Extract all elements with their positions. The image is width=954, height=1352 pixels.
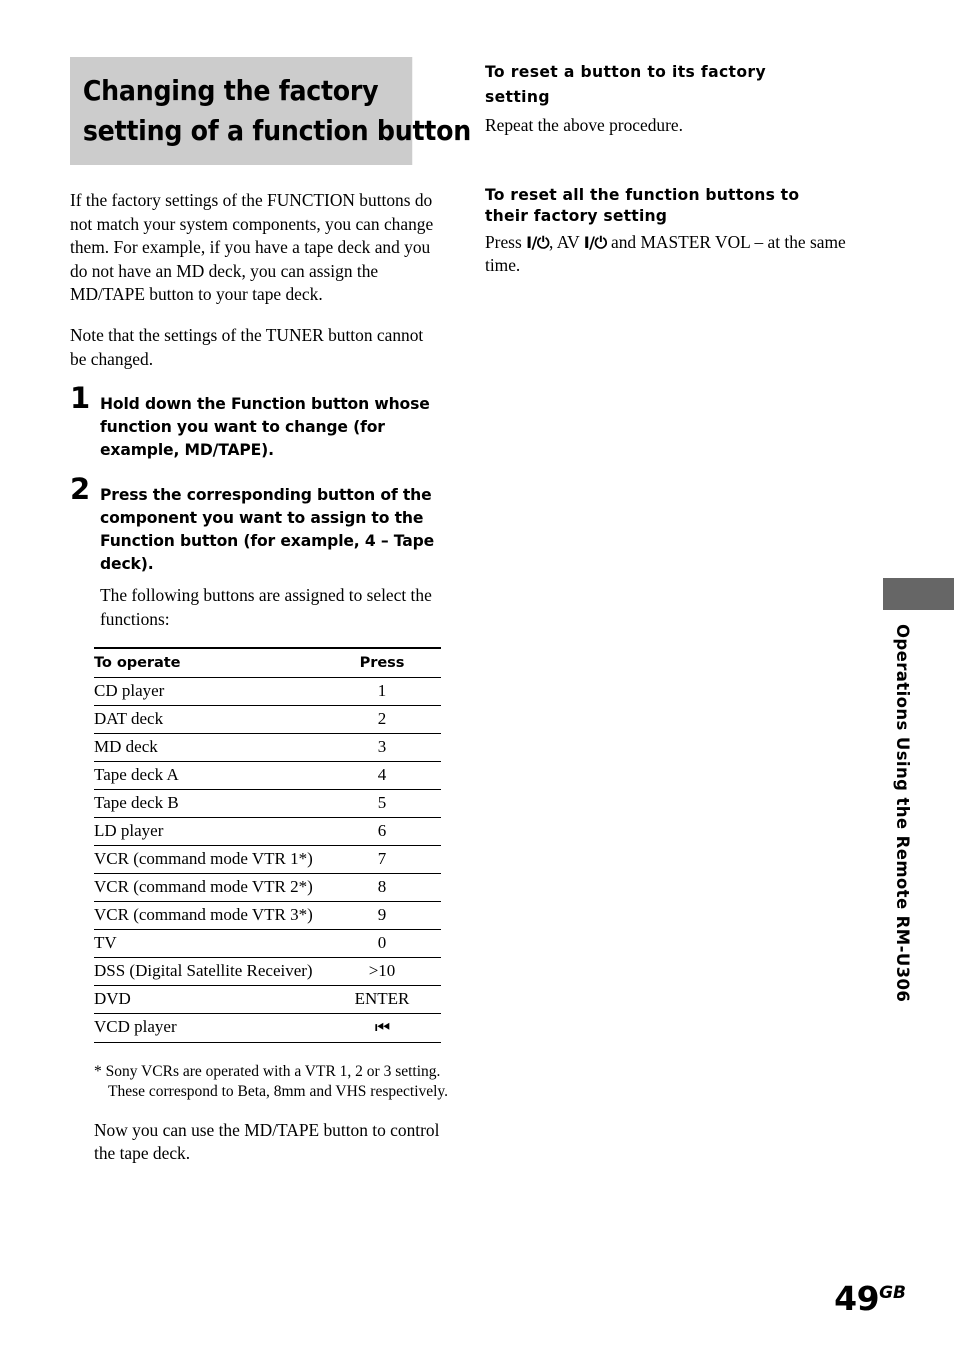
- cell-operate: VCR (command mode VTR 1*): [94, 845, 323, 875]
- right-column: To reset a button to its factory setting…: [485, 60, 850, 295]
- cell-operate: DVD: [94, 985, 323, 1015]
- table-body: CD player 1 DAT deck 2 MD deck 3 Tape deck A4T…: [94, 677, 441, 1044]
- cell-operate: VCR (command mode VTR 3*): [94, 901, 323, 931]
- intro-paragraph-2: Note that the settings of the TUNER butt…: [70, 324, 424, 369]
- function-assignment-table: To operate Press CD player 1 DAT deck 2 MD d…: [94, 647, 441, 1044]
- table-row: LD player 6: [94, 817, 441, 847]
- step-2: 2 Press the corresponding button of the …: [70, 475, 442, 631]
- cell-press: 9: [323, 901, 441, 931]
- page-number-value: 49: [834, 1279, 880, 1318]
- cell-operate: Tape deck B: [94, 789, 323, 819]
- step-2-text: Press the corresponding button of the co…: [100, 486, 435, 574]
- cell-press: 2: [323, 705, 441, 735]
- side-tab-label: Operations Using the Remote RM-U306: [893, 624, 912, 1003]
- step-2-number: 2: [70, 472, 90, 507]
- table-row: VCD player ⏮: [94, 1013, 441, 1044]
- power-standby-icon-2: I/⏻: [583, 232, 607, 252]
- chapter-title-line-2: setting of a function button: [82, 115, 471, 147]
- step-1-number: 1: [70, 381, 90, 416]
- table-row: VCR (command mode VTR 3*) 9: [94, 901, 441, 931]
- region-code: GB: [879, 1283, 906, 1303]
- chapter-title-line-1: Changing the factory: [82, 75, 379, 107]
- column-header-to-operate: To operate: [94, 647, 323, 679]
- cell-press: 6: [323, 817, 441, 847]
- step-1-text: Hold down the Function button whose func…: [100, 395, 430, 460]
- section-1-body: Repeat the above procedure.: [485, 115, 683, 135]
- page-number: 49GB: [834, 1276, 906, 1316]
- cell-press-skip-back-icon: ⏮: [323, 1015, 441, 1044]
- intro-paragraph-1: If the factory settings of the FUNCTION …: [70, 190, 434, 305]
- table-footnote: * Sony VCRs are operated with a VTR 1, 2…: [94, 1062, 449, 1100]
- table-row: TV 0: [94, 929, 441, 959]
- chapter-title: Changing the factory setting of a functi…: [70, 57, 471, 165]
- table-row: DVD ENTER: [94, 985, 441, 1015]
- step-1: 1 Hold down the Function button whose fu…: [70, 384, 442, 462]
- section-2-heading-line-2: their factory setting: [485, 206, 668, 225]
- table-header-row: To operate Press: [94, 647, 441, 679]
- table-row: DAT deck 2: [94, 705, 441, 735]
- cell-operate: DSS (Digital Satellite Receiver): [94, 957, 323, 987]
- table-row: CD player 1: [94, 677, 441, 707]
- section-1-heading-line-2: setting: [485, 88, 550, 106]
- section-2-body-middle: , AV: [549, 231, 584, 252]
- cell-operate: VCD player: [94, 1013, 323, 1043]
- cell-operate: CD player: [94, 677, 323, 707]
- table-row: DSS (Digital Satellite Receiver) >10: [94, 957, 441, 987]
- section-2-body-prefix: Press: [485, 231, 527, 252]
- table-row: MD deck 3: [94, 733, 441, 763]
- table-row: VCR (command mode VTR 1*) 7: [94, 845, 441, 875]
- cell-operate: Tape deck A: [94, 761, 323, 791]
- cell-press: 8: [323, 873, 441, 903]
- cell-operate: DAT deck: [94, 705, 323, 735]
- column-header-press: Press: [323, 647, 441, 679]
- cell-operate: TV: [94, 929, 323, 959]
- cell-press: >10: [323, 957, 441, 987]
- side-tab-marker: [883, 578, 954, 610]
- left-column: Changing the factory setting of a functi…: [70, 57, 471, 1183]
- closing-paragraph: Now you can use the MD/TAPE button to co…: [94, 1119, 440, 1164]
- cell-operate: MD deck: [94, 733, 323, 763]
- cell-operate: VCR (command mode VTR 2*): [94, 873, 323, 903]
- table-row: Tape deck A4: [94, 761, 441, 791]
- section-1-heading-line-1: To reset a button to its factory: [485, 63, 766, 81]
- section-2-heading-line-1: To reset all the function buttons to: [485, 185, 800, 204]
- cell-press: 4: [323, 761, 441, 791]
- cell-press: 7: [323, 845, 441, 875]
- power-standby-icon-1: I/⏻: [526, 232, 550, 252]
- cell-press: 3: [323, 733, 441, 763]
- document-page: Changing the factory setting of a functi…: [0, 0, 954, 1352]
- section-reset-one-button: To reset a button to its factory setting…: [485, 60, 850, 138]
- table-head: To operate Press: [94, 647, 441, 679]
- section-2-heading: To reset all the function buttons to the…: [485, 185, 850, 227]
- step-2-subtext: The following buttons are assigned to se…: [100, 585, 432, 629]
- table-row: VCR (command mode VTR 2*) 8: [94, 873, 441, 903]
- section-1-heading: To reset a button to its factory setting: [485, 60, 850, 110]
- table-row: Tape deck B5: [94, 789, 441, 819]
- cell-press: 0: [323, 929, 441, 959]
- cell-press: 1: [323, 677, 441, 707]
- section-2-body: Press I/⏻, AV I/⏻ and MASTER VOL – at th…: [485, 231, 850, 278]
- cell-press: 5: [323, 789, 441, 819]
- cell-press: ENTER: [323, 985, 441, 1015]
- section-reset-all-buttons: To reset all the function buttons to the…: [485, 185, 850, 278]
- cell-operate: LD player: [94, 817, 323, 847]
